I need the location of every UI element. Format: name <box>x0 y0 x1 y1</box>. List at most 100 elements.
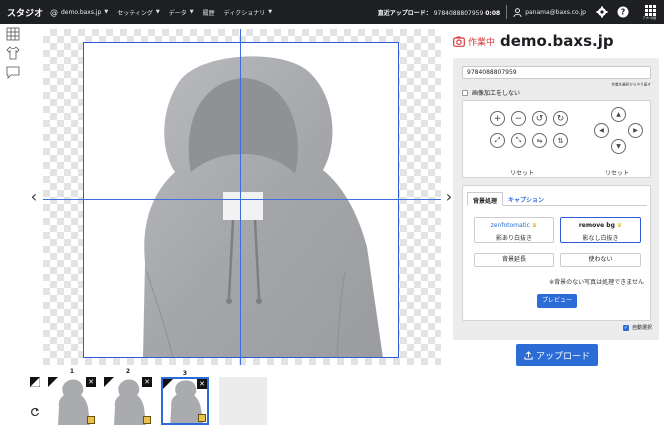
edit-panel: 9784088807959 作業を最初からやり直す 画像加工をしない + − ↺… <box>453 58 659 340</box>
rotate-right-button[interactable]: ↻ <box>553 111 568 126</box>
comment-icon[interactable] <box>6 65 20 79</box>
expand-icon: ⤢ <box>494 136 501 144</box>
reset-transform-button[interactable]: リセット <box>510 168 534 177</box>
recent-upload-label: 直近アップロード： <box>377 9 432 17</box>
transform-controls: + − ↺ ↻ ⤢ ⤡ ⇋ ⇅ ▲ ◀ ▶ ▼ リセット リセット <box>462 100 651 178</box>
thumbnail-empty-slot[interactable] <box>219 377 267 425</box>
grid-view-icon[interactable] <box>6 27 20 41</box>
shrink-icon: ⤡ <box>515 136 522 144</box>
move-up-button[interactable]: ▲ <box>611 107 626 122</box>
edited-badge-icon <box>143 416 151 424</box>
rotate-left-button[interactable]: ↺ <box>532 111 547 126</box>
close-icon[interactable]: ✕ <box>86 377 96 387</box>
prev-image-arrow-icon[interactable]: ‹ <box>27 188 41 206</box>
nav-history-label: 履歴 <box>202 9 215 17</box>
chevron-down-icon: ▼ <box>155 9 160 15</box>
product-photo <box>83 42 399 359</box>
upload-label: アップロード <box>535 351 590 362</box>
rotate-left-icon: ↺ <box>535 113 544 124</box>
brand-title[interactable]: スタジオ <box>0 6 50 19</box>
nav-data-menu[interactable]: データ ▼ <box>169 8 194 17</box>
flip-horizontal-button[interactable]: ⇋ <box>532 133 547 148</box>
top-bar: スタジオ @ demo.baxs.jp ▼ セッティング ▼ データ ▼ 履歴 … <box>0 0 664 24</box>
upload-button[interactable]: アップロード <box>516 344 598 366</box>
work-status: 作業中 <box>468 37 496 48</box>
chevron-down-icon: ▼ <box>104 9 109 15</box>
no-edit-label: 画像加工をしない <box>472 90 521 97</box>
thumbnail-3-selected[interactable]: 3 ✕ <box>161 370 209 425</box>
color-toggle-icon[interactable] <box>29 376 41 388</box>
user-email: panama@baxs.co.jp <box>525 8 586 16</box>
site-name: demo.baxs.jp <box>500 32 614 50</box>
camera-icon <box>453 36 465 47</box>
nav-site-menu[interactable]: @ demo.baxs.jp ▼ <box>50 8 108 17</box>
corner-marker-icon <box>104 377 114 387</box>
background-extend-button[interactable]: 背景延長 <box>474 253 554 267</box>
no-edit-checkbox[interactable] <box>462 89 468 96</box>
zenfotomatic-option[interactable]: zenfotomatic ♛ 影あり白抜き <box>474 217 554 243</box>
move-down-button[interactable]: ▼ <box>611 139 626 154</box>
chevron-down-icon: ▼ <box>268 9 273 15</box>
nav-history-link[interactable]: 履歴 <box>203 8 215 17</box>
move-right-button[interactable]: ▶ <box>628 123 643 138</box>
preview-button[interactable]: プレビュー <box>537 294 577 308</box>
restart-link[interactable]: 作業を最初からやり直す <box>611 82 651 87</box>
nav-settings-menu[interactable]: セッティング ▼ <box>117 8 160 17</box>
thumbnail-1[interactable]: 1 ✕ <box>48 368 96 425</box>
image-canvas[interactable] <box>43 29 441 365</box>
zenfotomatic-logo: zenfotomatic ♛ <box>490 222 538 229</box>
close-icon[interactable]: ✕ <box>142 377 152 387</box>
chevron-down-icon: ▼ <box>189 9 194 15</box>
product-code-field[interactable]: 9784088807959 <box>462 66 651 79</box>
zoom-in-button[interactable]: + <box>490 111 505 126</box>
shirt-icon[interactable] <box>6 46 20 60</box>
auto-select-option[interactable]: ✓ 自動選択 <box>622 324 652 331</box>
no-edit-option[interactable]: 画像加工をしない <box>462 88 520 97</box>
processing-tabs: 背景処理 キャプション <box>467 192 647 206</box>
hoodie-image <box>143 56 383 359</box>
thumbnail-2[interactable]: 2 ✕ <box>104 368 152 425</box>
expand-button[interactable]: ⤢ <box>490 133 505 148</box>
background-note: ※背景のない写真は処理できません <box>549 279 644 286</box>
flip-horizontal-icon: ⇋ <box>536 136 543 145</box>
nav-dictionary-label: ディクショナリ <box>223 9 266 17</box>
nav-dictionary-menu[interactable]: ディクショナリ ▼ <box>224 8 272 17</box>
thumbnail-number: 1 <box>69 368 75 375</box>
plus-icon: + <box>493 113 502 124</box>
reset-position-button[interactable]: リセット <box>605 168 629 177</box>
recent-upload-code: 9784088807959 <box>433 9 484 17</box>
rotate-right-icon: ↻ <box>556 113 565 124</box>
tab-caption[interactable]: キャプション <box>503 192 549 206</box>
svg-text:?: ? <box>621 8 626 17</box>
zoom-out-button[interactable]: − <box>511 111 526 126</box>
removebg-logo: remove bg ♛ <box>578 222 623 229</box>
tab-background[interactable]: 背景処理 <box>467 192 504 206</box>
removebg-desc: 影なし白抜き <box>582 235 619 242</box>
arrow-down-icon: ▼ <box>616 143 621 150</box>
arrow-left-icon: ◀ <box>599 127 604 134</box>
recent-upload: 直近アップロード： 9784088807959 0:08 <box>378 8 500 17</box>
user-icon <box>513 7 522 17</box>
shrink-button[interactable]: ⤡ <box>511 133 526 148</box>
thumbnail-tools <box>29 376 42 425</box>
zenfotomatic-desc: 影あり白抜き <box>495 235 532 242</box>
check-icon[interactable]: ✓ <box>622 324 629 331</box>
app-switcher-label: アプリ切替 <box>643 15 657 20</box>
app-switcher[interactable]: アプリ切替 <box>638 4 662 20</box>
arrow-right-icon: ▶ <box>633 127 638 134</box>
help-icon[interactable]: ? <box>617 6 629 18</box>
crown-icon: ♛ <box>531 222 538 229</box>
close-icon[interactable]: ✕ <box>197 379 207 389</box>
user-menu[interactable]: panama@baxs.co.jp <box>513 7 586 17</box>
edited-badge-icon <box>198 414 206 422</box>
no-background-button[interactable]: 使わない <box>560 253 641 267</box>
removebg-option[interactable]: remove bg ♛ 影なし白抜き <box>560 217 641 243</box>
nav-settings-label: セッティング <box>117 9 153 17</box>
move-left-button[interactable]: ◀ <box>594 123 609 138</box>
flip-vertical-button[interactable]: ⇅ <box>553 133 568 148</box>
rotate-icon[interactable] <box>30 407 40 417</box>
background-processing-box: 背景処理 キャプション zenfotomatic ♛ 影あり白抜き remove… <box>462 185 651 321</box>
auto-select-label: 自動選択 <box>631 325 652 331</box>
gear-icon[interactable] <box>596 6 608 18</box>
flip-vertical-icon: ⇅ <box>557 136 564 145</box>
